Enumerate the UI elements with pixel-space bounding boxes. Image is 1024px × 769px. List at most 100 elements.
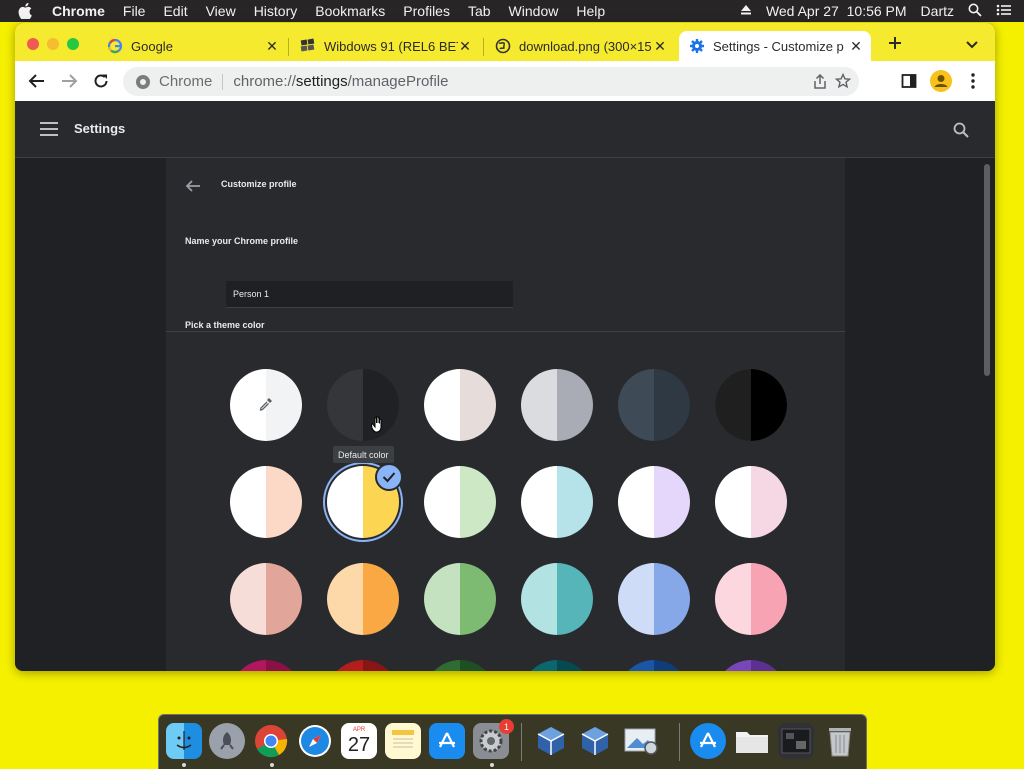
theme-swatch-dark-pink[interactable]: [230, 660, 302, 671]
menu-bar: Chrome File Edit View History Bookmarks …: [0, 0, 1024, 22]
finder-icon[interactable]: [166, 723, 202, 759]
virtualbox-icon[interactable]: [533, 723, 569, 759]
zoom-window-button[interactable]: [67, 38, 79, 50]
swatch-left-half: [327, 660, 363, 671]
close-tab-icon[interactable]: ✕: [265, 38, 279, 55]
bookmark-star-icon[interactable]: [834, 72, 852, 93]
swatch-right-half: [751, 660, 787, 671]
launchpad-icon[interactable]: [209, 723, 245, 759]
chrome-icon[interactable]: [253, 723, 289, 759]
back-arrow-icon[interactable]: [27, 71, 47, 91]
swatch-right-half: [654, 563, 690, 635]
minimize-window-button[interactable]: [47, 38, 59, 50]
theme-swatch-dark-red[interactable]: [327, 660, 399, 671]
running-indicator: [182, 763, 186, 767]
swatch-right-half: [460, 563, 496, 635]
safari-icon[interactable]: [297, 723, 333, 759]
screenshot-icon[interactable]: [778, 723, 814, 759]
theme-swatch-light-blue[interactable]: [618, 563, 690, 635]
eject-icon[interactable]: [740, 3, 752, 19]
app-store-icon[interactable]: [690, 723, 726, 759]
menu-tab[interactable]: Tab: [468, 3, 491, 19]
theme-swatch-cool-grey[interactable]: [521, 369, 593, 441]
menu-history[interactable]: History: [254, 3, 298, 19]
menu-bookmarks[interactable]: Bookmarks: [315, 3, 385, 19]
profile-name-field[interactable]: Person 1: [226, 281, 513, 308]
folder-icon[interactable]: [734, 723, 770, 759]
theme-swatch-dark-green[interactable]: [424, 660, 496, 671]
theme-swatch-green-white[interactable]: [424, 466, 496, 538]
close-tab-icon[interactable]: ✕: [653, 38, 667, 55]
theme-swatch-purple[interactable]: [715, 660, 787, 671]
close-window-button[interactable]: [27, 38, 39, 50]
chrome-site-icon[interactable]: [135, 74, 151, 90]
apple-menu-icon[interactable]: [18, 3, 36, 19]
menu-app-name[interactable]: Chrome: [52, 3, 105, 19]
globe-icon: [495, 38, 511, 54]
notes-icon[interactable]: [385, 723, 421, 759]
side-panel-icon[interactable]: [899, 71, 919, 91]
calendar-icon[interactable]: APR 27: [341, 723, 377, 759]
theme-swatch-dark-blue[interactable]: [618, 660, 690, 671]
menu-profiles[interactable]: Profiles: [403, 3, 450, 19]
theme-swatch-pink-white[interactable]: [715, 466, 787, 538]
swatch-left-half: [230, 660, 266, 671]
preview-icon[interactable]: [623, 723, 659, 759]
theme-swatch-default-color[interactable]: [327, 369, 399, 441]
theme-swatch-light-teal[interactable]: [521, 563, 593, 635]
theme-swatch-beige[interactable]: [230, 563, 302, 635]
theme-swatch-orange[interactable]: [327, 563, 399, 635]
theme-swatch-light-purple-white[interactable]: [618, 466, 690, 538]
close-tab-icon[interactable]: ✕: [458, 38, 472, 55]
theme-swatch-beige-white[interactable]: [230, 466, 302, 538]
menu-user[interactable]: Dartz: [921, 3, 954, 19]
tab-settings-active[interactable]: Settings - Customize p ✕: [679, 31, 871, 61]
menu-datetime[interactable]: Wed Apr 27 10:56 PM: [766, 3, 907, 19]
forward-arrow-icon[interactable]: [59, 71, 79, 91]
theme-swatch-dark-teal[interactable]: [521, 660, 593, 671]
swatch-left-half: [521, 563, 557, 635]
tab-download-png[interactable]: download.png (300×15 ✕: [485, 31, 675, 61]
menu-view[interactable]: View: [206, 3, 236, 19]
theme-swatch-black[interactable]: [715, 369, 787, 441]
swatch-left-half: [230, 466, 266, 538]
menu-file[interactable]: File: [123, 3, 146, 19]
theme-swatch-warm-grey[interactable]: [424, 369, 496, 441]
url-text[interactable]: chrome://settings/manageProfile: [233, 73, 448, 90]
profile-avatar[interactable]: [929, 69, 953, 93]
swatch-left-half: [618, 369, 654, 441]
settings-body: Customize profile Name your Chrome profi…: [15, 158, 995, 671]
address-bar[interactable]: Chrome chrome://settings/manageProfile: [123, 67, 859, 96]
control-center-icon[interactable]: [996, 3, 1012, 20]
hand-cursor-icon: [370, 416, 385, 439]
theme-swatch-light-teal-white[interactable]: [521, 466, 593, 538]
theme-swatch-light-green[interactable]: [424, 563, 496, 635]
search-settings-icon[interactable]: [953, 122, 969, 143]
spotlight-search-icon[interactable]: [968, 3, 982, 20]
back-arrow-icon[interactable]: [185, 178, 201, 199]
hamburger-menu-icon[interactable]: [40, 122, 58, 141]
customize-profile-card: Customize profile Name your Chrome profi…: [166, 158, 845, 671]
swatch-right-half: [460, 466, 496, 538]
page-scrollbar[interactable]: [980, 158, 995, 671]
virtualbox-icon[interactable]: [577, 723, 613, 759]
tab-title: Google: [131, 38, 173, 54]
menu-edit[interactable]: Edit: [163, 3, 187, 19]
theme-swatch-midnight-blue[interactable]: [618, 369, 690, 441]
swatch-right-half: [363, 660, 399, 671]
menu-help[interactable]: Help: [576, 3, 605, 19]
tab-search-chevron-down-icon[interactable]: [965, 37, 979, 49]
reload-icon[interactable]: [91, 71, 111, 91]
menu-window[interactable]: Window: [509, 3, 559, 19]
selected-check-icon: [375, 463, 403, 491]
trash-icon[interactable]: [822, 723, 858, 759]
app-store-icon[interactable]: [429, 723, 465, 759]
theme-swatch-light-pink[interactable]: [715, 563, 787, 635]
tab-google[interactable]: Google ✕: [97, 31, 287, 61]
more-menu-icon[interactable]: [963, 71, 983, 91]
tab-wibdows[interactable]: Wibdows 91 (REL6 BET ✕: [290, 31, 480, 61]
share-icon[interactable]: [813, 73, 827, 94]
close-tab-icon[interactable]: ✕: [849, 38, 863, 55]
scrollbar-thumb[interactable]: [984, 164, 990, 376]
new-tab-button[interactable]: [887, 35, 903, 51]
